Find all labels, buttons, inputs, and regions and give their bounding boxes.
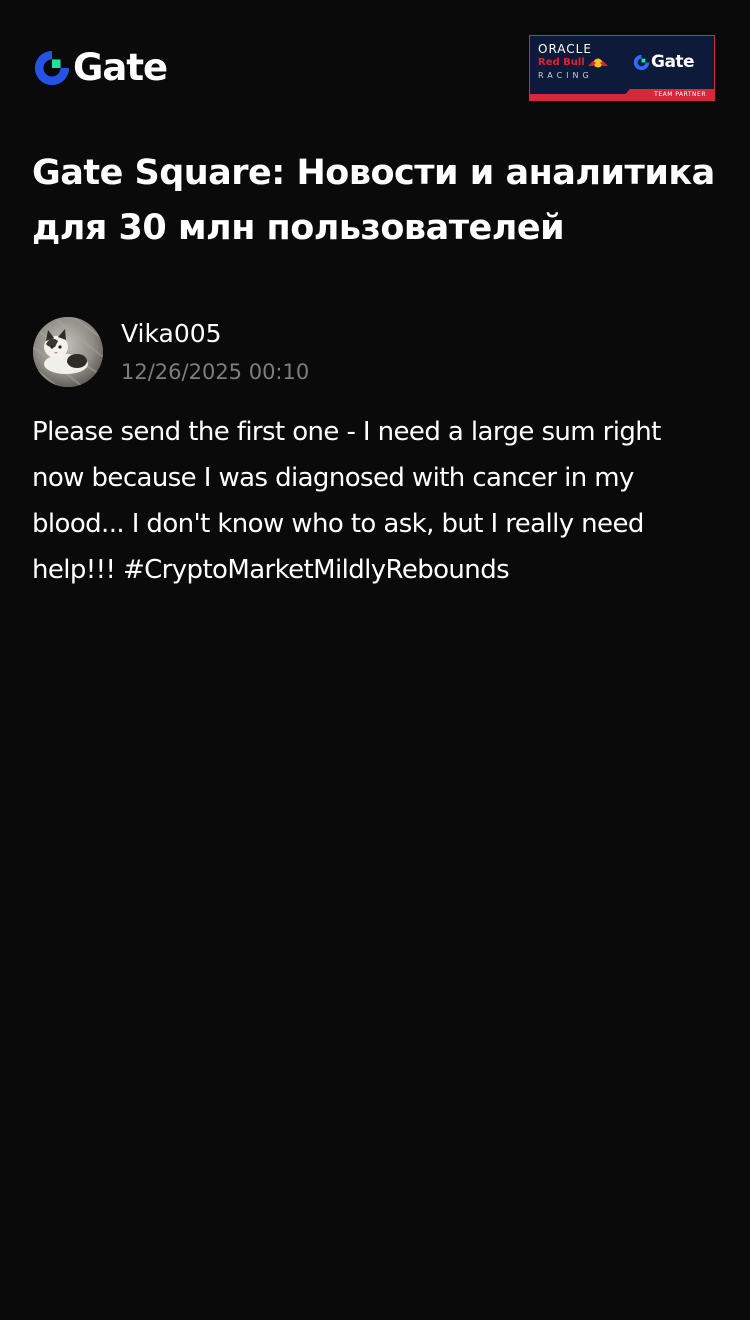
gate-logo-text: Gate [73, 46, 168, 89]
partner-caption-strip: TEAM PARTNER [530, 89, 714, 100]
post-timestamp: 12/26/2025 00:10 [121, 360, 310, 384]
hashtag-link[interactable]: #CryptoMarketMildlyRebounds [123, 555, 510, 585]
partner-racing-text: RACING [538, 71, 593, 80]
gate-logo[interactable]: Gate [33, 46, 168, 90]
page-title: Gate Square: Новости и аналитика для 30 … [32, 153, 715, 248]
cat-avatar[interactable] [33, 317, 103, 387]
author-name[interactable]: Vika005 [121, 317, 222, 351]
partner-red-bull-text: Red Bull [538, 57, 585, 68]
partner-gate-text: Gate [651, 52, 695, 72]
gate-logo-icon [34, 50, 70, 86]
post-author: Vika005 12/26/2025 00:10 [33, 317, 633, 389]
site-header: Gate ORACLE Red Bull RACING Gate TEAM PA… [0, 0, 750, 130]
team-partner-badge[interactable]: ORACLE Red Bull RACING Gate TEAM PARTNER [529, 35, 715, 101]
cat-avatar-image [33, 317, 103, 387]
partner-gate-logo: Gate [633, 50, 695, 74]
gate-logo-icon [633, 54, 650, 70]
partner-red-bull-row: Red Bull [538, 56, 620, 70]
red-bull-icon [587, 58, 608, 68]
partner-oracle-text: ORACLE [538, 42, 592, 56]
oracle-red-bull-racing-logo: ORACLE Red Bull RACING [538, 42, 620, 88]
post-text: Please send the first one - I need a lar… [32, 409, 712, 593]
team-partner-caption: TEAM PARTNER [654, 91, 706, 98]
